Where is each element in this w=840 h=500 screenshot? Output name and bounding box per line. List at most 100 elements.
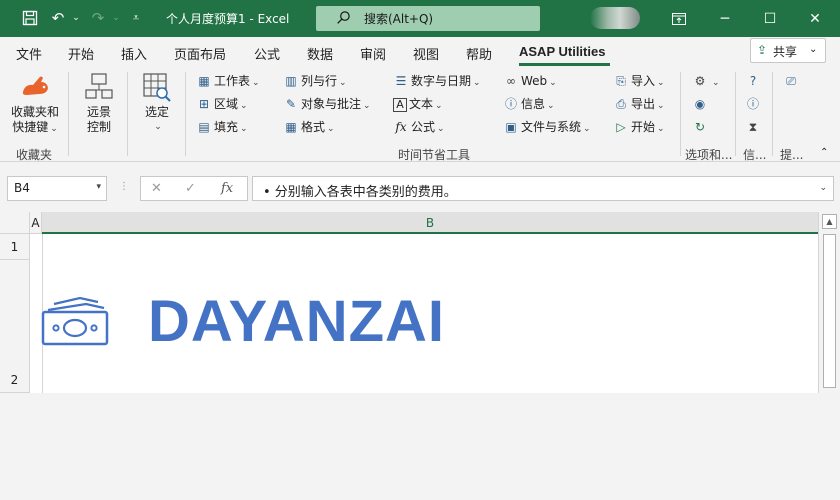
help-button[interactable]: ?: [745, 72, 763, 90]
chevron-down-icon: ▾: [96, 182, 101, 192]
group-divider: [68, 72, 69, 156]
scrollbar-thumb[interactable]: [823, 234, 836, 388]
info-button[interactable]: ⓘ: [745, 95, 763, 113]
numbers-dates-menu[interactable]: ☰ 数字与日期 ⌄: [393, 72, 481, 90]
redo-dropdown-icon[interactable]: ⌄: [106, 8, 126, 28]
file-system-menu[interactable]: ▣ 文件与系统 ⌄: [503, 118, 590, 136]
insert-function-icon[interactable]: fx: [221, 181, 233, 196]
search-box[interactable]: 搜索(Alt+Q): [316, 6, 540, 31]
web-menu[interactable]: ∞ Web ⌄: [503, 72, 557, 90]
name-box[interactable]: B4 ▾: [7, 176, 107, 201]
range-icon: ⊞: [198, 97, 210, 111]
title-bar: ↶ ⌄ ↷ ⌄ ⩡ 个人月度预算1 - Excel 搜索(Alt+Q) ─ ☐ …: [0, 0, 840, 37]
objects-comments-menu[interactable]: ✎ 对象与批注 ⌄: [283, 95, 371, 113]
export-icon: ⎙: [616, 97, 626, 111]
favorites-label-line1: 收藏夹和: [10, 105, 59, 119]
share-label: 共享: [773, 45, 798, 59]
range-menu[interactable]: ⊞ 区域 ⌄: [196, 95, 248, 113]
tab-data[interactable]: 数据: [307, 44, 333, 63]
group-divider: [735, 72, 736, 156]
hourglass-button[interactable]: ⧗: [745, 118, 763, 136]
info-icon: ⓘ: [504, 97, 517, 111]
redo-icon[interactable]: ↷: [88, 8, 108, 28]
select-all-corner[interactable]: [0, 212, 30, 234]
scroll-up-icon[interactable]: ▲: [822, 214, 837, 229]
minimize-icon[interactable]: ─: [705, 0, 745, 37]
link-icon: ∞: [506, 74, 516, 88]
remote-label-line2: 控制: [86, 120, 111, 134]
search-placeholder: 搜索(Alt+Q): [364, 12, 434, 26]
vertical-scrollbar[interactable]: ▲: [818, 212, 840, 393]
customize-qat-icon[interactable]: ⩡: [126, 8, 146, 28]
share-button[interactable]: ⇪ 共享 ⌄: [750, 38, 826, 63]
row-header-2[interactable]: 2: [0, 260, 30, 393]
expand-formula-bar-icon[interactable]: ⌄: [819, 183, 827, 193]
columns-rows-menu[interactable]: ▥ 列与行 ⌄: [283, 72, 346, 90]
row-header-1[interactable]: 1: [0, 234, 30, 260]
worksheets-menu[interactable]: ▦ 工作表 ⌄: [196, 72, 259, 90]
information-menu[interactable]: ⓘ 信息 ⌄: [503, 95, 555, 113]
group-label-time-saving-tools: 时间节省工具: [398, 148, 471, 162]
formula-bar: B4 ▾ ⋮ ✕ ✓ fx • 分别输入各表中各类别的费用。 ⌄: [0, 170, 840, 210]
repeat-button[interactable]: ↻: [692, 118, 710, 136]
tab-formulas[interactable]: 公式: [254, 44, 280, 63]
formulas-menu[interactable]: fx 公式 ⌄: [393, 118, 444, 136]
gear-icon: ⚙: [694, 74, 706, 88]
fill-menu[interactable]: ▤ 填充 ⌄: [196, 118, 247, 136]
start-menu[interactable]: ▷ 开始 ⌄: [613, 118, 664, 136]
save-icon[interactable]: [20, 8, 40, 28]
group-divider: [772, 72, 773, 156]
document-title: 个人月度预算1 - Excel: [166, 12, 290, 26]
avatar[interactable]: [590, 7, 640, 29]
tab-file[interactable]: 文件: [16, 44, 42, 63]
network-icon: [85, 73, 113, 99]
tab-home[interactable]: 开始: [68, 44, 94, 63]
group-label-favorites: 收藏夹: [16, 148, 53, 162]
tab-insert[interactable]: 插入: [121, 44, 147, 63]
favorites-label-line2: 快捷键 ⌄: [12, 120, 58, 134]
tips-button[interactable]: ⎚: [783, 72, 801, 90]
ribbon-tabs: 文件 开始 插入 页面布局 公式 数据 审阅 视图 帮助 ASAP Utilit…: [0, 37, 840, 66]
find-run-icon: ◉: [694, 97, 706, 111]
undo-icon[interactable]: ↶: [48, 8, 68, 28]
share-icon: ⇪: [757, 43, 768, 57]
find-run-button[interactable]: ◉: [692, 95, 710, 113]
maximize-icon[interactable]: ☐: [750, 0, 790, 37]
remote-control-button[interactable]: 远景 控制: [76, 72, 122, 135]
help-icon: ?: [749, 74, 757, 88]
formula-input[interactable]: • 分别输入各表中各类别的费用。 ⌄: [252, 176, 834, 201]
name-box-value: B4: [14, 181, 30, 195]
text-menu[interactable]: A 文本 ⌄: [393, 95, 443, 113]
column-header-a[interactable]: A: [30, 212, 42, 234]
group-divider: [680, 72, 681, 156]
column-header-b[interactable]: B: [42, 212, 818, 234]
rabbit-icon: [22, 76, 48, 95]
undo-dropdown-icon[interactable]: ⌄: [66, 8, 86, 28]
tab-page-layout[interactable]: 页面布局: [174, 44, 226, 63]
import-menu[interactable]: ⎘ 导入 ⌄: [613, 72, 664, 90]
close-icon[interactable]: ✕: [795, 0, 835, 37]
tab-help[interactable]: 帮助: [466, 44, 492, 63]
group-label-info: 信...: [743, 148, 767, 162]
select-button[interactable]: 选定 ⌄: [134, 72, 180, 135]
enter-icon[interactable]: ✓: [185, 181, 196, 196]
favorites-shortcuts-button[interactable]: 收藏夹和 快捷键 ⌄: [6, 72, 64, 137]
fx-icon: fx: [395, 120, 407, 134]
group-divider: [127, 72, 128, 156]
group-divider: [185, 72, 186, 156]
formula-bar-handle[interactable]: ⋮: [119, 181, 129, 192]
cancel-icon[interactable]: ✕: [151, 181, 162, 196]
worksheet-icon: ▦: [198, 74, 210, 88]
export-menu[interactable]: ⎙ 导出 ⌄: [613, 95, 664, 113]
tab-view[interactable]: 视图: [413, 44, 439, 63]
collapse-ribbon-icon[interactable]: ⌃: [820, 144, 828, 162]
objects-icon: ✎: [285, 97, 297, 111]
refresh-icon: ↻: [694, 120, 706, 134]
settings-menu[interactable]: ⚙ ⌄: [692, 72, 720, 90]
format-menu[interactable]: ▦ 格式 ⌄: [283, 118, 334, 136]
tab-asap-utilities[interactable]: ASAP Utilities: [519, 44, 605, 59]
hourglass-icon: ⧗: [748, 120, 758, 134]
ribbon-display-options-icon[interactable]: [659, 0, 699, 37]
text-icon: A: [393, 98, 407, 112]
tab-review[interactable]: 审阅: [360, 44, 386, 63]
